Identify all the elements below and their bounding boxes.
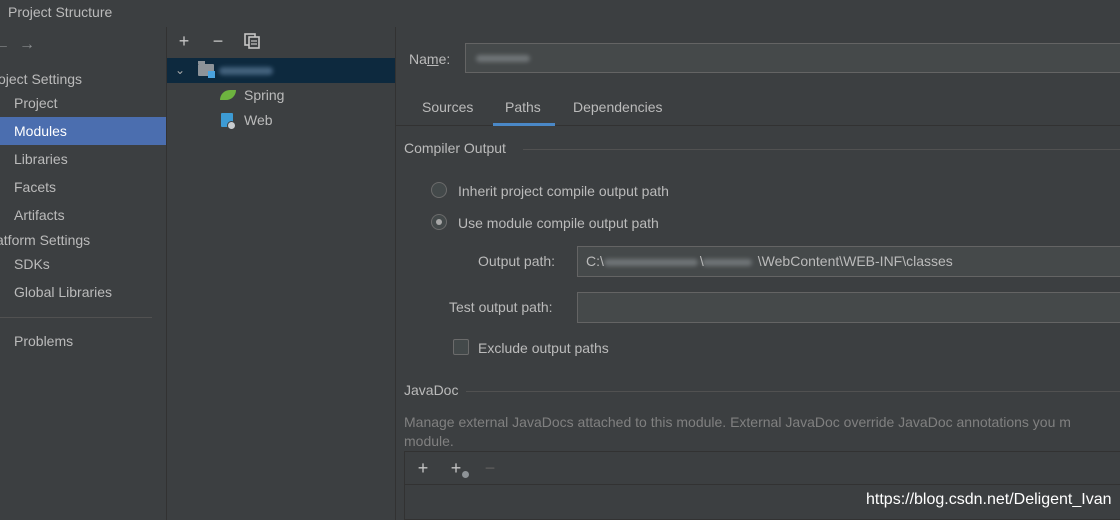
plus-icon[interactable]: + bbox=[174, 31, 194, 51]
javadoc-description: Manage external JavaDocs attached to thi… bbox=[404, 413, 1120, 451]
tree-item-web[interactable]: Web bbox=[217, 108, 387, 133]
test-output-path-label: Test output path: bbox=[449, 299, 553, 315]
javadoc-description-line: module. bbox=[404, 433, 454, 449]
path-redacted bbox=[702, 259, 752, 266]
sidebar-item-label: Project bbox=[14, 95, 58, 111]
javadoc-title: JavaDoc bbox=[404, 382, 459, 398]
name-value-redacted bbox=[476, 55, 530, 62]
arrow-left-icon[interactable]: ← bbox=[0, 37, 10, 53]
sidebar-item-label: Global Libraries bbox=[14, 284, 113, 300]
window-title: Project Structure bbox=[8, 4, 113, 20]
output-path-label: Output path: bbox=[478, 253, 556, 269]
module-folder-icon bbox=[198, 61, 215, 78]
add-url-icon[interactable]: + bbox=[446, 458, 469, 478]
sidebar-item-label: SDKs bbox=[14, 256, 50, 272]
name-input[interactable] bbox=[465, 43, 1120, 73]
name-label: Name: bbox=[409, 51, 450, 67]
tab-paths[interactable]: Paths bbox=[493, 89, 555, 126]
settings-sidebar: ← → oject Settings Project Modules Libra… bbox=[0, 27, 167, 520]
sidebar-item-facets[interactable]: Facets bbox=[0, 173, 166, 201]
test-output-path-input[interactable] bbox=[577, 292, 1120, 323]
radio-label: Use module compile output path bbox=[458, 215, 659, 231]
radio-label: Inherit project compile output path bbox=[458, 183, 669, 199]
minus-icon[interactable]: − bbox=[480, 458, 500, 478]
path-segment: C:\ bbox=[586, 253, 604, 269]
project-settings-header: oject Settings bbox=[0, 71, 83, 87]
tree-toolbar: + − bbox=[167, 27, 395, 57]
arrow-right-icon[interactable]: → bbox=[19, 37, 35, 53]
path-redacted bbox=[604, 259, 698, 266]
plus-icon[interactable]: + bbox=[413, 458, 433, 478]
tree-root-module[interactable]: ⌄ bbox=[167, 58, 395, 83]
sidebar-item-project[interactable]: Project bbox=[0, 89, 166, 117]
sidebar-item-sdks[interactable]: SDKs bbox=[0, 250, 166, 278]
exclude-output-paths-checkbox[interactable] bbox=[453, 339, 469, 355]
sidebar-divider bbox=[0, 317, 152, 318]
sidebar-item-artifacts[interactable]: Artifacts bbox=[0, 201, 166, 229]
module-name-redacted bbox=[219, 67, 273, 75]
globe-badge-icon bbox=[462, 471, 469, 478]
sidebar-item-label: Modules bbox=[14, 123, 67, 139]
group-divider bbox=[523, 149, 1120, 150]
tree-item-label: Spring bbox=[244, 87, 285, 103]
tab-dependencies[interactable]: Dependencies bbox=[573, 89, 663, 125]
spring-leaf-icon bbox=[220, 90, 236, 100]
inherit-output-radio[interactable] bbox=[431, 182, 447, 198]
tab-bar: Sources Paths Dependencies bbox=[396, 89, 1120, 126]
minus-icon[interactable]: − bbox=[208, 31, 228, 51]
sidebar-item-problems[interactable]: Problems bbox=[0, 327, 166, 355]
name-label-mnemonic: m bbox=[426, 51, 439, 67]
javadoc-toolbar: + + − bbox=[405, 452, 1120, 485]
sidebar-item-libraries[interactable]: Libraries bbox=[0, 145, 166, 173]
path-segment: \WebContent\WEB-INF\classes bbox=[757, 253, 953, 269]
module-settings-panel: Name: Sources Paths Dependencies Compile… bbox=[396, 27, 1120, 520]
name-label-part: Na bbox=[409, 51, 427, 67]
checkbox-label: Exclude output paths bbox=[478, 340, 609, 356]
platform-settings-header: atform Settings bbox=[0, 232, 91, 248]
chevron-down-icon[interactable]: ⌄ bbox=[175, 58, 185, 83]
use-module-output-radio[interactable] bbox=[431, 214, 447, 230]
title-bar: Project Structure bbox=[0, 0, 1120, 27]
sidebar-item-global-libraries[interactable]: Global Libraries bbox=[0, 278, 166, 306]
output-path-input[interactable]: C:\\\WebContent\WEB-INF\classes bbox=[577, 246, 1120, 277]
sidebar-item-label: Artifacts bbox=[14, 207, 65, 223]
copy-icon[interactable] bbox=[242, 31, 262, 51]
tab-sources[interactable]: Sources bbox=[422, 89, 473, 125]
watermark-url: https://blog.csdn.net/Deligent_Ivan bbox=[866, 491, 1112, 508]
sidebar-item-label: Problems bbox=[14, 333, 74, 349]
group-divider bbox=[466, 391, 1120, 392]
sidebar-item-label: Libraries bbox=[14, 151, 68, 167]
tree-item-spring[interactable]: Spring bbox=[217, 83, 387, 108]
javadoc-list-panel: + + − bbox=[404, 451, 1120, 520]
name-label-part: e: bbox=[438, 51, 451, 67]
tree-item-label: Web bbox=[244, 112, 273, 128]
web-module-icon bbox=[221, 113, 236, 130]
sidebar-item-modules[interactable]: Modules bbox=[0, 117, 166, 145]
module-tree-panel: + − ⌄ Spring Web bbox=[167, 27, 396, 520]
javadoc-description-line: Manage external JavaDocs attached to thi… bbox=[404, 414, 1071, 430]
compiler-output-title: Compiler Output bbox=[404, 140, 506, 156]
sidebar-item-label: Facets bbox=[14, 179, 57, 195]
